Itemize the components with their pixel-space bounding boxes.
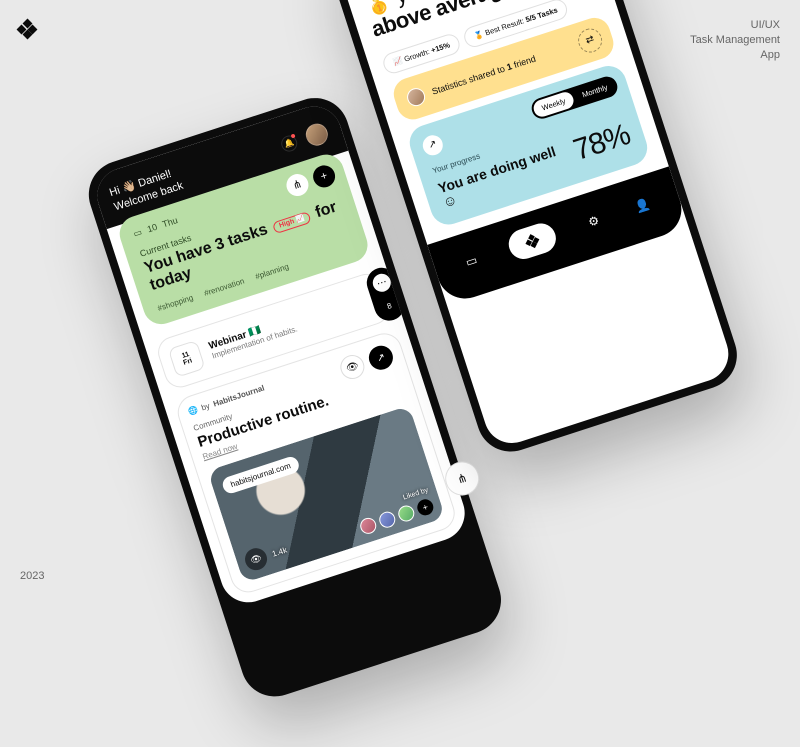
date-chip: 11 Fri bbox=[168, 340, 206, 378]
gear-icon: ⚙ bbox=[586, 213, 601, 230]
plus-icon: + bbox=[319, 169, 329, 182]
brand-logo-icon bbox=[18, 20, 36, 38]
friend-avatar-icon bbox=[405, 85, 428, 108]
swap-icon: ⇄ bbox=[584, 34, 595, 47]
count-badge: 8 bbox=[378, 295, 401, 318]
liked-by-avatars[interactable]: + bbox=[358, 498, 435, 537]
notifications-button[interactable]: 🔔 bbox=[279, 133, 299, 153]
bell-icon: 🔔 bbox=[283, 138, 295, 150]
share-icon: ⋔ bbox=[455, 470, 469, 486]
medal-icon: 🏅 bbox=[473, 29, 485, 40]
chart-up-icon: 📈 bbox=[392, 55, 404, 66]
tag[interactable]: #planning bbox=[254, 262, 290, 281]
more-button[interactable]: ⋯ bbox=[371, 272, 394, 295]
tag[interactable]: #shopping bbox=[157, 294, 195, 314]
caption-year: 2023 bbox=[20, 570, 44, 582]
views-icon: 👁 bbox=[242, 546, 270, 574]
brand-logo-icon bbox=[525, 233, 541, 249]
swap-button[interactable]: ⇄ bbox=[575, 25, 605, 55]
tab-analytics[interactable]: ▭ bbox=[457, 247, 485, 275]
tab-home[interactable] bbox=[505, 219, 560, 262]
views-count: 1.4k bbox=[271, 545, 288, 558]
avatar-icon bbox=[396, 504, 416, 524]
share-icon: ⋔ bbox=[291, 177, 304, 192]
source-url-chip[interactable]: habitsjournal.com bbox=[221, 455, 301, 495]
tag[interactable]: #renovation bbox=[203, 277, 246, 298]
avatar-icon bbox=[377, 510, 397, 530]
bars-icon: ▭ bbox=[464, 252, 479, 269]
avatar-icon bbox=[358, 516, 378, 536]
tab-profile[interactable]: 👤 bbox=[629, 191, 657, 219]
globe-icon: 🌐 bbox=[187, 405, 199, 417]
user-icon: 👤 bbox=[633, 196, 652, 214]
arrow-ne-icon: ↗ bbox=[375, 352, 386, 365]
avatar-button[interactable] bbox=[303, 121, 331, 149]
shared-stats-text: Statistics shared to 1 friend bbox=[431, 53, 537, 96]
more-likes-button[interactable]: + bbox=[415, 498, 435, 518]
eye-icon: 👁 bbox=[345, 360, 360, 374]
calendar-icon: ▭ bbox=[132, 226, 143, 239]
arrow-ne-icon: ↗ bbox=[427, 138, 438, 151]
tab-settings[interactable]: ⚙ bbox=[580, 207, 608, 235]
